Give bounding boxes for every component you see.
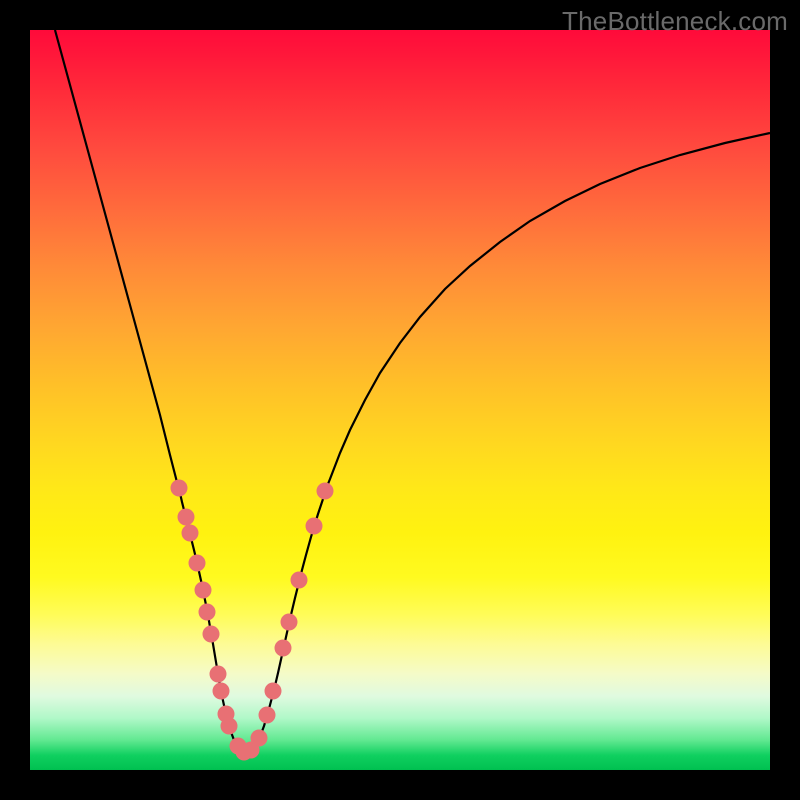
data-point xyxy=(199,604,216,621)
data-point xyxy=(210,666,227,683)
data-point xyxy=(317,483,334,500)
data-point xyxy=(203,626,220,643)
data-dots xyxy=(171,480,334,761)
data-point xyxy=(281,614,298,631)
data-point xyxy=(171,480,188,497)
data-point xyxy=(213,683,230,700)
data-point xyxy=(275,640,292,657)
data-point xyxy=(189,555,206,572)
data-point xyxy=(195,582,212,599)
curve-svg xyxy=(30,30,770,770)
data-point xyxy=(291,572,308,589)
bottleneck-curve xyxy=(55,30,770,753)
data-point xyxy=(259,707,276,724)
data-point xyxy=(182,525,199,542)
plot-area xyxy=(30,30,770,770)
data-point xyxy=(306,518,323,535)
data-point xyxy=(178,509,195,526)
data-point xyxy=(221,718,238,735)
data-point xyxy=(251,730,268,747)
chart-container: TheBottleneck.com xyxy=(0,0,800,800)
data-point xyxy=(265,683,282,700)
watermark-text: TheBottleneck.com xyxy=(562,6,788,37)
